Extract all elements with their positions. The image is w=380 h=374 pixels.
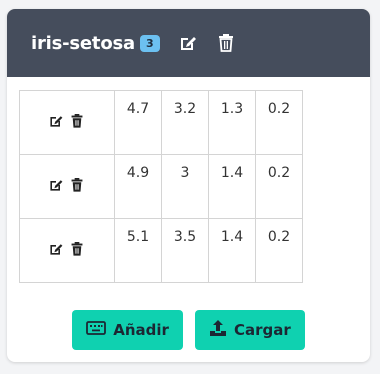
keyboard-icon <box>86 321 107 339</box>
row-edit-icon[interactable] <box>48 241 64 257</box>
row-delete-icon[interactable] <box>70 177 86 193</box>
card-footer: Añadir Cargar <box>7 310 370 350</box>
data-table: 4.7 3.2 1.3 0.2 4.9 3 1.4 0.2 5.1 3.5 1.4 0.2 <box>19 90 303 283</box>
upload-button-label: Cargar <box>233 321 291 339</box>
table-cell: 4.7 <box>114 90 162 155</box>
row-edit-icon[interactable] <box>48 113 64 129</box>
table-cell: 0.2 <box>255 90 303 155</box>
edit-icon[interactable] <box>178 33 198 53</box>
table-cell: 1.4 <box>208 218 256 283</box>
table-cell: 1.3 <box>208 90 256 155</box>
class-card: iris-setosa 3 4.7 3.2 1.3 0.2 4.9 3 1.4 0.2 5.1 3… <box>7 9 370 362</box>
table-cell: 3.5 <box>161 218 209 283</box>
add-button-label: Añadir <box>113 321 169 339</box>
row-actions <box>19 154 115 219</box>
row-delete-icon[interactable] <box>70 113 86 129</box>
card-header: iris-setosa 3 <box>7 9 370 77</box>
table-row: 4.9 3 1.4 0.2 <box>19 154 303 219</box>
table-row: 4.7 3.2 1.3 0.2 <box>19 90 303 155</box>
trash-icon[interactable] <box>216 33 236 53</box>
table-cell: 1.4 <box>208 154 256 219</box>
table-cell: 0.2 <box>255 154 303 219</box>
row-actions <box>19 90 115 155</box>
table-cell: 5.1 <box>114 218 162 283</box>
table-row: 5.1 3.5 1.4 0.2 <box>19 218 303 283</box>
row-actions <box>19 218 115 283</box>
add-button[interactable]: Añadir <box>72 310 183 350</box>
table-cell: 0.2 <box>255 218 303 283</box>
row-delete-icon[interactable] <box>70 241 86 257</box>
class-title: iris-setosa <box>31 32 135 54</box>
upload-button[interactable]: Cargar <box>194 310 305 350</box>
table-cell: 3.2 <box>161 90 209 155</box>
row-edit-icon[interactable] <box>48 177 64 193</box>
count-badge: 3 <box>139 34 160 52</box>
table-cell: 4.9 <box>114 154 162 219</box>
upload-icon <box>209 319 227 341</box>
table-cell: 3 <box>161 154 209 219</box>
